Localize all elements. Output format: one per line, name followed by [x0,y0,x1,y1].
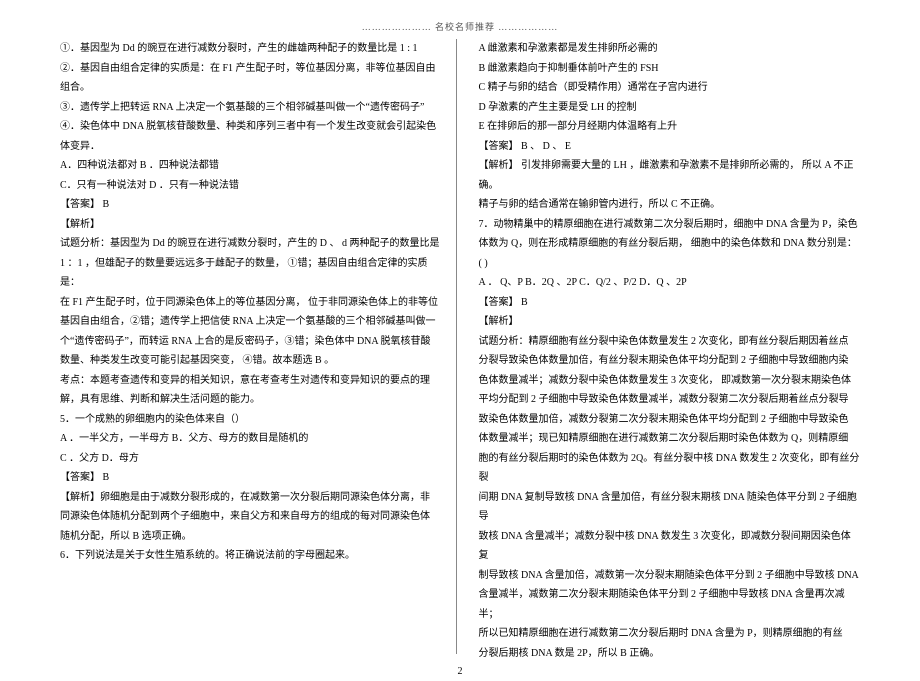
text-line: 致核 DNA 含量减半；减数分裂中核 DNA 数发生 3 次变化，即减数分裂间期… [479,527,861,566]
text-line: 间期 DNA 复制导致核 DNA 含量加倍，有丝分裂末期核 DNA 随染色体平分… [479,488,861,527]
text-line: 试题分析：精原细胞有丝分裂中染色体数量发生 2 次变化，即有丝分裂后期因着丝点 [479,332,861,352]
text-line: 同源染色体随机分配到两个子细胞中，来自父方和来自母方的组成的每对同源染色体 [60,507,442,527]
option-line: E 在排卵后的那一部分月经期内体温略有上升 [479,117,861,137]
answer-label: 【答案】 B [479,293,861,313]
question-line: 7．动物精巢中的精原细胞在进行减数第二次分裂后期时，细胞中 DNA 含量为 P，… [479,215,861,235]
option-line: A 雌激素和孕激素都是发生排卵所必需的 [479,39,861,59]
text-line: 分裂后期核 DNA 数是 2P，所以 B 正确。 [479,644,861,664]
text-line: 所以已知精原细胞在进行减数第二次分裂后期时 DNA 含量为 P，则精原细胞的有丝 [479,624,861,644]
column-container: ①．基因型为 Dd 的豌豆在进行减数分裂时，产生的雌雄两种配子的数量比是 1 :… [60,39,860,654]
option-line: A．四种说法都对 B ．四种说法都错 [60,156,442,176]
right-column: A 雌激素和孕激素都是发生排卵所必需的 B 雌激素趋向于抑制垂体前叶产生的 FS… [475,39,861,654]
analysis-label: 【解析】 [60,215,442,235]
option-line: D 孕激素的产生主要是受 LH 的控制 [479,98,861,118]
answer-label: 【答案】 B 、 D 、 E [479,137,861,157]
text-line: 数量、种类发生改变可能引起基因突变， ④错。故本题选 B 。 [60,351,442,371]
text-line: 精子与卵的结合通常在输卵管内进行，所以 C 不正确。 [479,195,861,215]
text-line: 1 ：1 ，但雄配子的数量要远远多于雌配子的数量， ①错；基因自由组合定律的实质… [60,254,442,293]
text-line: 【解析】 引发排卵需要大量的 LH ，雌激素和孕激素不是排卵所必需的， 所以 A… [479,156,861,195]
text-line: 体数为 Q，则在形成精原细胞的有丝分裂后期， 细胞中的染色体数和 DNA 数分别… [479,234,861,273]
text-line: 试题分析：基因型为 Dd 的豌豆在进行减数分裂时，产生的 D 、 d 两种配子的… [60,234,442,254]
text-line: 组合。 [60,78,442,98]
text-line: 【解析】卵细胞是由于减数分裂形成的，在减数第一次分裂后期同源染色体分离，非 [60,488,442,508]
text-line: 解，具有思维、判断和解决生活问题的能力。 [60,390,442,410]
text-line: ③．遗传学上把转运 RNA 上决定一个氨基酸的三个相邻碱基叫做一个“遗传密码子” [60,98,442,118]
text-line: 随机分配，所以 B 选项正确。 [60,527,442,547]
answer-label: 【答案】 B [60,468,442,488]
text-line: 体变异． [60,137,442,157]
option-line: C 精子与卵的结合（即受精作用）通常在子宫内进行 [479,78,861,98]
option-line: A ．一半父方，一半母方 B．父方、母方的数目是随机的 [60,429,442,449]
text-line: 个“遗传密码子”，而转运 RNA 上合的是反密码子，③错；染色体中 DNA 脱氧… [60,332,442,352]
text-line: 制导致核 DNA 含量加倍，减数第一次分裂末期随染色体平分到 2 子细胞中导致核… [479,566,861,586]
left-column: ①．基因型为 Dd 的豌豆在进行减数分裂时，产生的雌雄两种配子的数量比是 1 :… [60,39,457,654]
text-line: ①．基因型为 Dd 的豌豆在进行减数分裂时，产生的雌雄两种配子的数量比是 1 :… [60,39,442,59]
text-line: 分裂导致染色体数量加倍，有丝分裂末期染色体平均分配到 2 子细胞中导致细胞内染 [479,351,861,371]
page-header: ………………… 名校名师推荐 ……………… [60,20,860,33]
option-line: C ．父方 D．母方 [60,449,442,469]
answer-label: 【答案】 B [60,195,442,215]
text-line: 致染色体数量加倍，减数分裂第二次分裂末期染色体平均分配到 2 子细胞中导致染色 [479,410,861,430]
option-line: C．只有一种说法对 D ．只有一种说法错 [60,176,442,196]
text-line: ②．基因自由组合定律的实质是：在 F1 产生配子时，等位基因分离，非等位基因自由 [60,59,442,79]
analysis-label: 【解析】 [479,312,861,332]
document-page: ………………… 名校名师推荐 ……………… ①．基因型为 Dd 的豌豆在进行减数… [0,0,920,681]
option-line: B 雌激素趋向于抑制垂体前叶产生的 FSH [479,59,861,79]
text-line: 考点：本题考查遗传和变异的相关知识，意在考查考生对遗传和变异知识的要点的理 [60,371,442,391]
text-line: ④．染色体中 DNA 脱氧核苷酸数量、种类和序列三者中有一个发生改变就会引起染色 [60,117,442,137]
text-line: 含量减半，减数第二次分裂末期随染色体平分到 2 子细胞中导致核 DNA 含量再次… [479,585,861,624]
question-line: 5．一个成熟的卵细胞内的染色体来自（） [60,410,442,430]
page-number: 2 [458,666,463,677]
text-line: 胞的有丝分裂后期时的染色体数为 2Q。有丝分裂中核 DNA 数发生 2 次变化，… [479,449,861,488]
text-line: 基因自由组合，②错；遗传学上把信使 RNA 上决定一个氨基酸的三个相邻碱基叫做一 [60,312,442,332]
option-line: A ． Q、P B．2Q 、2P C．Q/2 、P/2 D．Q 、2P [479,273,861,293]
text-line: 体数量减半；现已知精原细胞在进行减数第二次分裂后期时染色体数为 Q，则精原细 [479,429,861,449]
question-line: 6．下列说法是关于女性生殖系统的。将正确说法前的字母圈起来。 [60,546,442,566]
text-line: 色体数量减半；减数分裂中染色体数量发生 3 次变化， 即减数第一次分裂末期染色体 [479,371,861,391]
text-line: 在 F1 产生配子时，位于同源染色体上的等位基因分离， 位于非同源染色体上的非等… [60,293,442,313]
text-line: 平均分配到 2 子细胞中导致染色体数量减半，减数分裂第二次分裂后期着丝点分裂导 [479,390,861,410]
